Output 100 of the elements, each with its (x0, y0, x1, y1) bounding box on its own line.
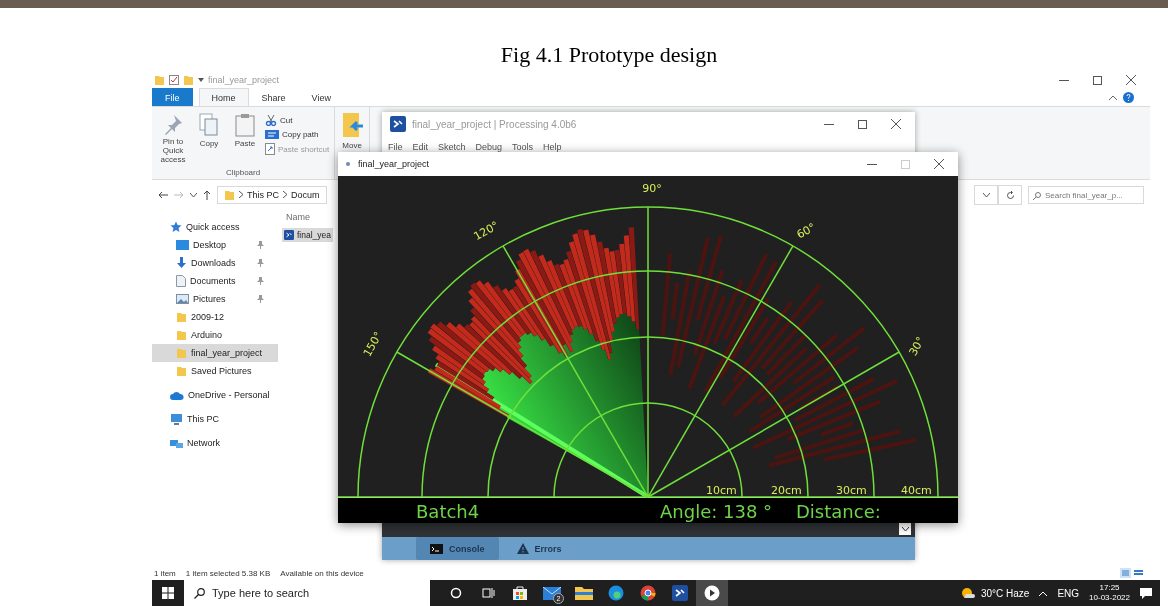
mail-icon (543, 586, 561, 600)
window-title: final_year_project | Processing 4.0b6 (412, 118, 577, 130)
nav-item[interactable]: OneDrive - Personal (152, 386, 278, 404)
folder-icon (176, 329, 187, 341)
minimize-icon[interactable] (867, 163, 877, 165)
figure-caption: Fig 4.1 Prototype design (499, 41, 719, 69)
window-title: final_year_project (208, 75, 280, 85)
sun-cloud-icon (960, 587, 975, 599)
clipboard-icon (235, 113, 255, 137)
star-icon (170, 221, 182, 233)
caret-icon[interactable] (190, 192, 197, 198)
distance-label: 10cm (706, 484, 737, 497)
maximize-icon[interactable] (1093, 75, 1102, 85)
notification-icon[interactable] (1140, 587, 1152, 599)
taskbar-app[interactable] (696, 580, 728, 606)
nav-item[interactable]: Downloads (152, 254, 278, 272)
file-row[interactable]: final_yea (282, 228, 334, 242)
nav-item[interactable]: Documents (152, 272, 278, 290)
pin-icon (257, 277, 264, 285)
nav-item[interactable]: This PC (152, 410, 278, 428)
warning-icon (516, 543, 529, 554)
scissors-icon (265, 114, 277, 126)
chevron-icon (239, 190, 243, 200)
breadcrumb-item[interactable]: Docum (291, 190, 320, 200)
close-icon[interactable] (1126, 75, 1136, 85)
path-icon (265, 130, 279, 139)
caret-icon (982, 192, 990, 198)
close-icon[interactable] (934, 159, 944, 169)
address-bar[interactable]: This PC Docum (217, 186, 327, 204)
browser-icon (608, 585, 624, 601)
ribbon-tab[interactable]: View (298, 88, 344, 106)
cloud-icon (170, 390, 184, 400)
menu-item[interactable]: Help (543, 142, 562, 152)
menu-item[interactable]: Debug (475, 142, 503, 152)
copy-icon (199, 113, 219, 137)
breadcrumb-item[interactable]: This PC (247, 190, 279, 200)
folder-icon (183, 74, 194, 86)
nav-item[interactable]: Network (152, 434, 278, 452)
menu-item[interactable]: Sketch (438, 142, 466, 152)
up-arrow-icon[interactable] (203, 190, 211, 200)
status-text: Available on this device (280, 568, 364, 578)
clock[interactable]: 17:25 10-03-2022 (1089, 583, 1130, 603)
folder-icon (224, 189, 235, 201)
column-header[interactable]: Name (282, 212, 310, 222)
status-text: 1 item selected 5.38 KB (185, 568, 271, 578)
nav-item[interactable]: final_year_project (152, 344, 278, 362)
document-icon (176, 275, 186, 287)
bag-icon (512, 585, 528, 601)
ribbon-button[interactable]: Paste (228, 111, 262, 168)
nav-item[interactable]: Saved Pictures (152, 362, 278, 380)
dot-icon (346, 162, 350, 166)
close-icon[interactable] (891, 119, 901, 129)
refresh-icon (1005, 190, 1015, 200)
folder-icon (176, 311, 187, 323)
refresh-button[interactable] (998, 185, 1022, 205)
search-icon (194, 588, 205, 599)
ribbon-tab[interactable]: Share (248, 88, 299, 106)
folder-icon (154, 74, 165, 86)
language-indicator[interactable]: ENG (1057, 587, 1080, 599)
caret-icon (198, 77, 204, 83)
weather-widget[interactable]: 30°C Haze (960, 587, 1030, 599)
angle-label: 60° (794, 220, 818, 242)
maximize-icon[interactable] (858, 119, 867, 129)
ribbon-button[interactable]: Copy path (264, 129, 331, 140)
minimize-icon[interactable] (824, 123, 834, 125)
nav-item[interactable]: 2009-12 (152, 308, 278, 326)
processing-app-icon (390, 116, 406, 132)
ribbon-button[interactable]: Pin to Quick access (156, 111, 190, 168)
menu-item[interactable]: Edit (412, 142, 429, 152)
folder-icon (575, 586, 593, 600)
nav-item[interactable]: Quick access (152, 218, 278, 236)
ribbon-button[interactable]: Copy (192, 111, 226, 168)
help-icon[interactable] (1123, 91, 1134, 103)
computer-icon (170, 413, 183, 425)
network-icon (170, 437, 183, 449)
chevron-icon (283, 190, 287, 200)
menu-item[interactable]: Tools (512, 142, 534, 152)
pin-icon (257, 295, 264, 303)
console-tab[interactable]: Errors (502, 537, 576, 560)
circle-icon (450, 587, 462, 599)
nav-item[interactable]: Desktop (152, 236, 278, 254)
minimize-icon[interactable] (1059, 79, 1069, 81)
ribbon-tab[interactable]: Home (198, 88, 249, 106)
tiles-view-icon[interactable] (1133, 568, 1144, 578)
nav-item[interactable]: Pictures (152, 290, 278, 308)
nav-item[interactable]: Arduino (152, 326, 278, 344)
dropdown-button[interactable] (899, 523, 911, 535)
ribbon-tab[interactable]: File (152, 88, 193, 106)
folder-icon (176, 365, 187, 377)
back-arrow-icon[interactable] (158, 191, 168, 199)
search-field[interactable]: Type here to search (184, 580, 430, 606)
distance-label: 40cm (901, 484, 932, 497)
processing-app-icon (672, 585, 688, 601)
window-title: final_year_project (358, 159, 430, 169)
search-field[interactable]: Search final_year_p... (1028, 186, 1144, 204)
ribbon-button[interactable]: Cut (264, 113, 331, 127)
ribbon-button[interactable]: Move (339, 111, 366, 152)
search-icon (1033, 192, 1041, 200)
menu-item[interactable]: File (388, 142, 403, 152)
terminal-icon (430, 543, 443, 554)
